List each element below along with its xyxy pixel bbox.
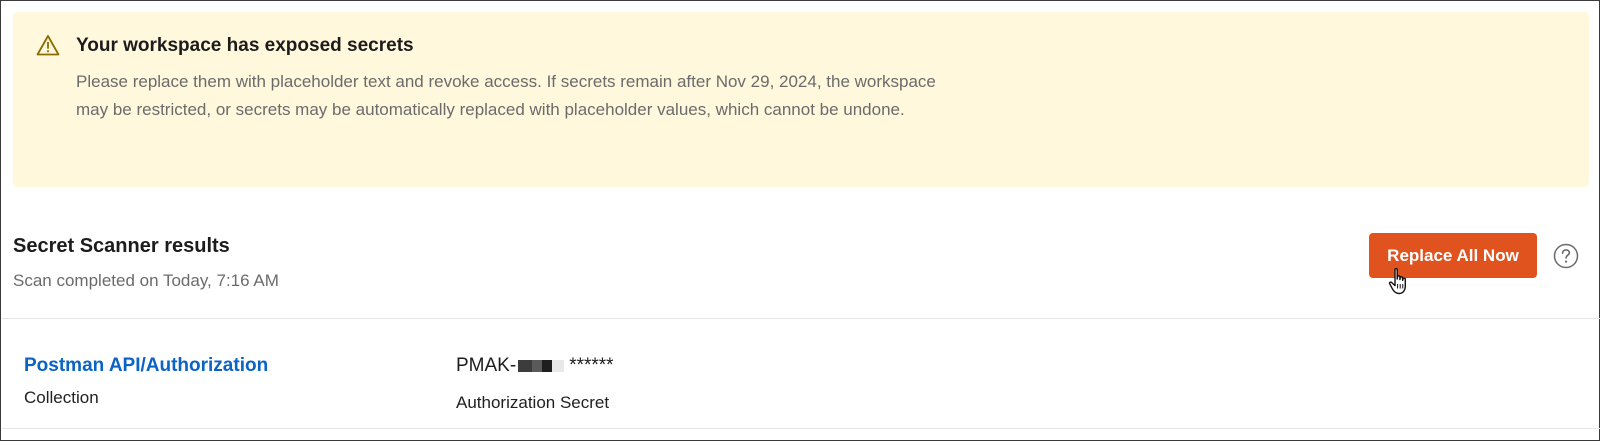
scan-timestamp: Scan completed on Today, 7:16 AM: [13, 271, 279, 290]
banner-title: Your workspace has exposed secrets: [76, 35, 414, 56]
masked-secret-value: PMAK- ******: [456, 355, 614, 377]
exposed-secrets-warning-banner: Your workspace has exposed secrets Pleas…: [13, 12, 1589, 187]
item-name-link[interactable]: Postman API/Authorization: [24, 355, 268, 377]
redacted-block: [518, 360, 565, 372]
hand-pointer-icon: [1387, 267, 1413, 297]
divider: [2, 428, 1600, 429]
banner-message: Please replace them with placeholder tex…: [76, 72, 936, 119]
question-circle-icon[interactable]: [1553, 243, 1579, 269]
warning-triangle-icon: [36, 34, 60, 56]
secret-mask: ******: [569, 355, 614, 376]
secret-result-row: Postman API/Authorization Collection PMA…: [2, 319, 1600, 428]
secret-prefix: PMAK-: [456, 355, 517, 376]
results-title: Secret Scanner results: [13, 235, 230, 257]
secret-scanner-panel: Your workspace has exposed secrets Pleas…: [0, 0, 1600, 441]
item-type: Collection: [24, 388, 99, 407]
secret-type-label: Authorization Secret: [456, 393, 610, 412]
